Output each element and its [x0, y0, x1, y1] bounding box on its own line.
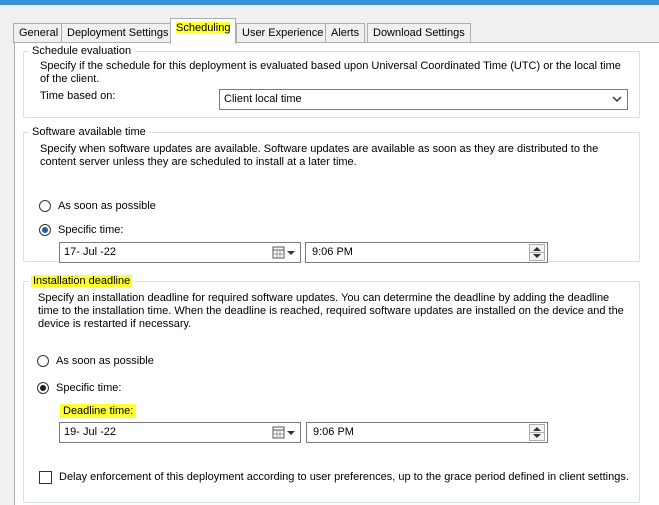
- arrow-up-icon: [533, 247, 541, 251]
- tab-label: General: [19, 27, 59, 39]
- available-date-picker[interactable]: 17- Jul -22: [59, 242, 301, 263]
- date-value: 17- Jul -22: [64, 246, 116, 258]
- available-specific-label: Specific time:: [58, 224, 124, 236]
- tab-alerts[interactable]: Alerts: [325, 23, 366, 43]
- tab-download-settings[interactable]: Download Settings: [367, 23, 471, 43]
- delay-enforcement-checkbox[interactable]: [39, 471, 52, 484]
- calendar-icon[interactable]: [270, 425, 298, 440]
- group-legend: Installation deadline: [29, 274, 135, 288]
- chevron-down-icon: [611, 92, 623, 106]
- spin-button[interactable]: [529, 244, 545, 261]
- deadline-asap-radio[interactable]: [37, 355, 49, 367]
- installation-deadline-legend: Installation deadline: [31, 275, 133, 287]
- deadline-asap-label: As soon as possible: [56, 355, 154, 367]
- installation-deadline-description: Specify an installation deadline for req…: [38, 292, 624, 330]
- dropdown-value: Client local time: [224, 93, 302, 105]
- available-asap-radio[interactable]: [39, 200, 51, 212]
- tab-strip: General Deployment Settings Scheduling U…: [0, 5, 659, 44]
- time-based-on-dropdown[interactable]: Client local time: [219, 89, 628, 110]
- tab-label: User Experience: [242, 27, 324, 39]
- deadline-time-label: Deadline time:: [60, 404, 137, 418]
- deadline-specific-radio[interactable]: [37, 382, 49, 394]
- arrow-up-icon: [533, 427, 541, 431]
- available-specific-radio[interactable]: [39, 224, 51, 236]
- deadline-date-picker[interactable]: 19- Jul -22: [59, 422, 301, 443]
- delay-enforcement-label: Delay enforcement of this deployment acc…: [59, 471, 629, 483]
- tab-scheduling[interactable]: Scheduling: [170, 18, 237, 44]
- time-based-on-label: Time based on:: [40, 90, 116, 102]
- tab-general[interactable]: General: [13, 23, 65, 43]
- tab-deployment-settings[interactable]: Deployment Settings: [61, 23, 175, 43]
- tab-label: Scheduling: [176, 22, 231, 34]
- available-time-picker[interactable]: 9:06 PM: [305, 242, 548, 263]
- arrow-down-icon: [533, 434, 541, 438]
- calendar-icon[interactable]: [270, 245, 298, 260]
- schedule-evaluation-group: Schedule evaluation Specify if the sched…: [23, 44, 640, 118]
- date-value: 19- Jul -22: [64, 426, 116, 438]
- schedule-evaluation-description: Specify if the schedule for this deploym…: [40, 60, 621, 85]
- scheduling-tab-page: Schedule evaluation Specify if the sched…: [14, 42, 659, 505]
- group-legend: Schedule evaluation: [29, 44, 135, 58]
- software-available-group: Software available time Specify when sof…: [23, 125, 640, 263]
- deadline-time-label-wrap: Deadline time:: [57, 404, 139, 418]
- tab-label: Alerts: [331, 27, 360, 39]
- deadline-specific-label: Specific time:: [56, 382, 122, 394]
- arrow-down-icon: [533, 254, 541, 258]
- tab-label: Deployment Settings: [67, 27, 169, 39]
- time-value: 9:06 PM: [313, 426, 354, 438]
- available-asap-label: As soon as possible: [58, 200, 156, 212]
- tab-label: Download Settings: [373, 27, 465, 39]
- group-legend: Software available time: [29, 125, 149, 139]
- time-value: 9:06 PM: [312, 246, 353, 258]
- tab-user-experience[interactable]: User Experience: [236, 23, 330, 43]
- software-available-description: Specify when software updates are availa…: [40, 143, 599, 168]
- installation-deadline-group: Installation deadline Specify an install…: [23, 274, 640, 503]
- spin-button[interactable]: [529, 424, 545, 441]
- deadline-time-picker[interactable]: 9:06 PM: [306, 422, 548, 443]
